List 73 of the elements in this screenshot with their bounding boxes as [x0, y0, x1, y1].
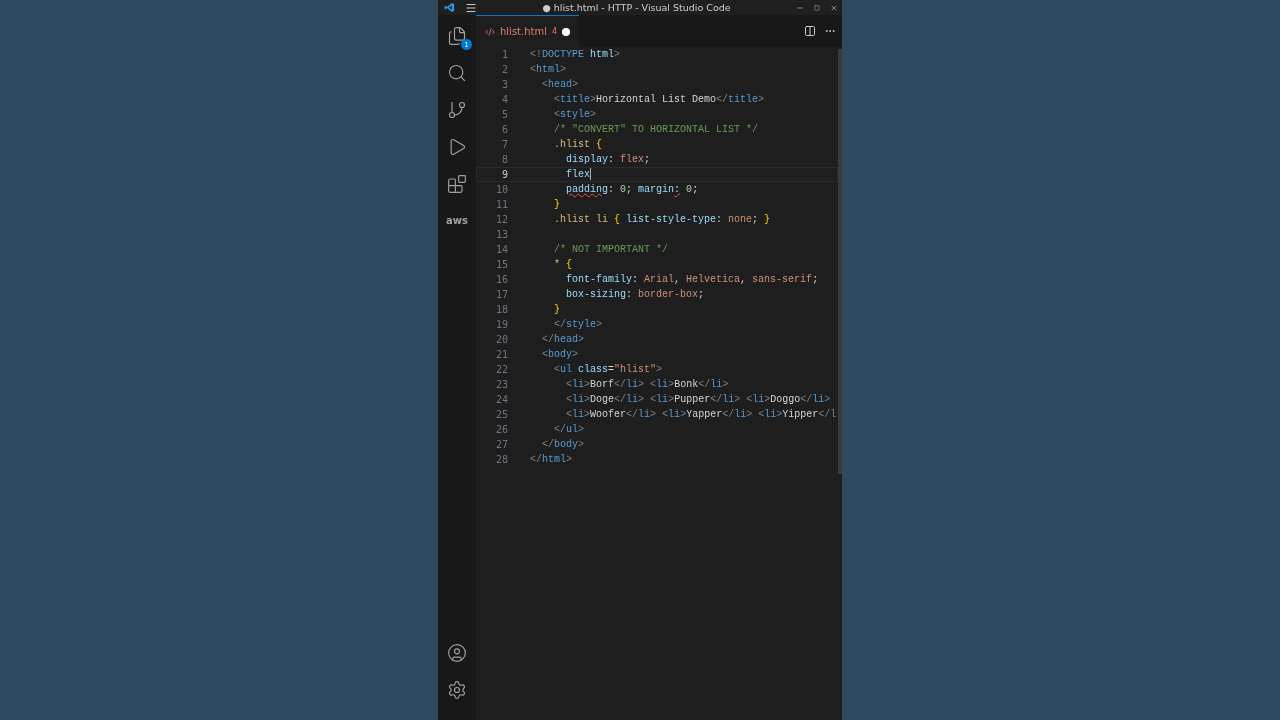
line-number: 19 — [494, 319, 509, 330]
line-number: 18 — [494, 304, 509, 315]
line-number: 9 — [500, 169, 509, 180]
line-number: 17 — [494, 289, 509, 300]
line-number: 6 — [500, 124, 509, 135]
code-line: </style> — [553, 318, 603, 332]
settings-icon[interactable] — [447, 680, 467, 700]
code-line: <!DOCTYPE html> — [530, 48, 621, 62]
split-editor-icon[interactable] — [804, 25, 816, 37]
line-number: 10 — [494, 184, 509, 195]
search-icon[interactable] — [447, 63, 467, 83]
line-number: 7 — [500, 139, 509, 150]
line-number: 3 — [500, 79, 509, 90]
code-line: * { — [553, 258, 573, 272]
code-line: flex — [565, 167, 591, 182]
close-icon[interactable] — [830, 3, 838, 12]
code-line: display: flex; — [565, 153, 651, 167]
line-number: 4 — [500, 94, 509, 105]
code-line: box-sizing: border-box; — [565, 288, 705, 302]
code-line: font-family: Arial, Helvetica, sans-serif; — [565, 273, 819, 287]
code-line: <li>Doge</li> <li>Pupper</li> <li>Doggo</li> — [565, 393, 831, 407]
code-line: /* "CONVERT" TO HORIZONTAL LIST */ — [553, 123, 759, 137]
line-number: 5 — [500, 109, 509, 120]
line-number: 27 — [494, 439, 509, 450]
line-number: 15 — [494, 259, 509, 270]
window-title: ● hlist.html - HTTP - Visual Studio Code — [541, 2, 732, 13]
editor-tab[interactable]: hlist.html 4 — [476, 15, 580, 47]
files-icon[interactable] — [447, 26, 467, 46]
code-line: <html> — [530, 63, 567, 77]
tab-label: hlist.html — [500, 26, 547, 37]
scrollbar[interactable] — [838, 49, 842, 474]
line-number: 11 — [494, 199, 509, 210]
code-line: <title>Horizontal List Demo</title> — [553, 93, 765, 107]
line-number: 23 — [494, 379, 509, 390]
code-line: </ul> — [553, 423, 585, 437]
code-line: <li>Woofer</li> <li>Yapper</li> <li>Yipper</l — [565, 408, 837, 422]
line-number: 12 — [494, 214, 509, 225]
line-number: 22 — [494, 364, 509, 375]
code-line: </body> — [541, 438, 585, 452]
code-line: <ul class="hlist"> — [553, 363, 663, 377]
code-line: } — [553, 303, 560, 317]
line-number: 8 — [500, 154, 509, 165]
line-number: 25 — [494, 409, 509, 420]
aws-logo[interactable]: aws — [446, 210, 468, 232]
branch-icon[interactable] — [447, 100, 467, 120]
code-line: .hlist { — [553, 138, 603, 152]
app-logo-icon — [444, 2, 455, 13]
line-number: 28 — [494, 454, 509, 465]
code-line: <head> — [541, 78, 579, 92]
line-number: 2 — [500, 64, 509, 75]
line-number: 1 — [500, 49, 509, 60]
maximize-icon[interactable] — [814, 4, 820, 11]
code-icon — [485, 26, 495, 37]
code-line: } — [553, 198, 560, 212]
account-icon[interactable] — [447, 643, 467, 663]
extensions-icon[interactable] — [447, 174, 467, 194]
line-number: 26 — [494, 424, 509, 435]
code-line: </html> — [530, 453, 573, 467]
problem-count: 4 — [552, 27, 558, 36]
line-number: 16 — [494, 274, 509, 285]
code-line: .hlist li { list-style-type: none; } — [553, 213, 771, 227]
line-number: 21 — [494, 349, 509, 360]
code-line: padding: 0; margin: 0; — [565, 183, 699, 197]
code-line: <li>Borf</li> <li>Bonk</li> — [565, 378, 729, 392]
code-line: <body> — [541, 348, 579, 362]
code-line: /* NOT IMPORTANT */ — [553, 243, 669, 257]
line-number: 24 — [494, 394, 509, 405]
line-number: 13 — [494, 229, 509, 240]
code-line: <style> — [553, 108, 597, 122]
line-number: 20 — [494, 334, 509, 345]
menu-icon[interactable] — [465, 1, 477, 14]
line-number: 14 — [494, 244, 509, 255]
code-line: </head> — [541, 333, 585, 347]
